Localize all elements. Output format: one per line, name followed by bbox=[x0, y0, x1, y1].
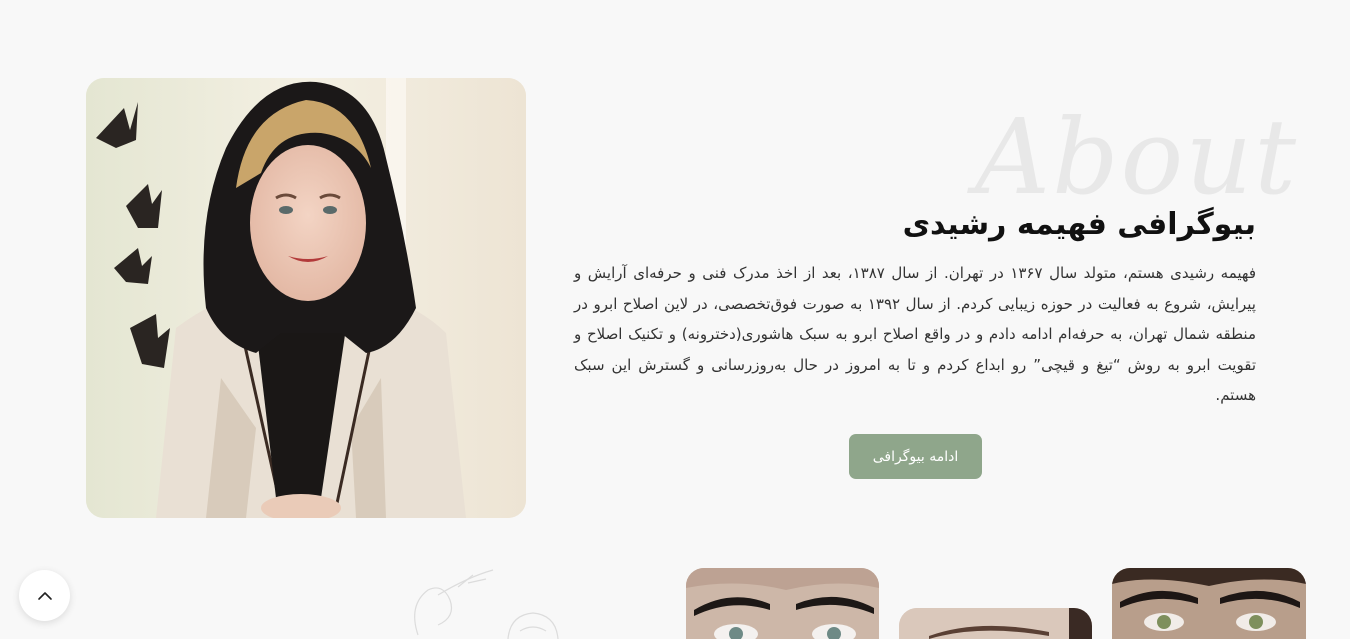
bio-block: بیوگرافی فهیمه رشیدی فهیمه رشیدی هستم، م… bbox=[574, 202, 1256, 411]
floral-sketch bbox=[398, 565, 568, 639]
scroll-to-top-button[interactable] bbox=[19, 570, 70, 621]
about-section: About بیوگرافی فهیمه رشیدی فهیمه رشیدی ه… bbox=[0, 0, 1350, 639]
about-watermark: About bbox=[975, 96, 1299, 218]
gallery-thumbnail[interactable] bbox=[686, 568, 879, 639]
gallery-thumbnail[interactable] bbox=[1112, 568, 1306, 639]
bio-text: فهیمه رشیدی هستم، متولد سال ۱۳۶۷ در تهرا… bbox=[574, 264, 1257, 404]
chevron-up-icon bbox=[37, 586, 53, 605]
continue-biography-button[interactable]: ادامه بیوگرافی bbox=[849, 434, 982, 479]
portrait-photo bbox=[86, 78, 526, 518]
gallery-thumbnail[interactable] bbox=[899, 608, 1092, 639]
bio-title: بیوگرافی فهیمه رشیدی bbox=[902, 207, 1256, 242]
